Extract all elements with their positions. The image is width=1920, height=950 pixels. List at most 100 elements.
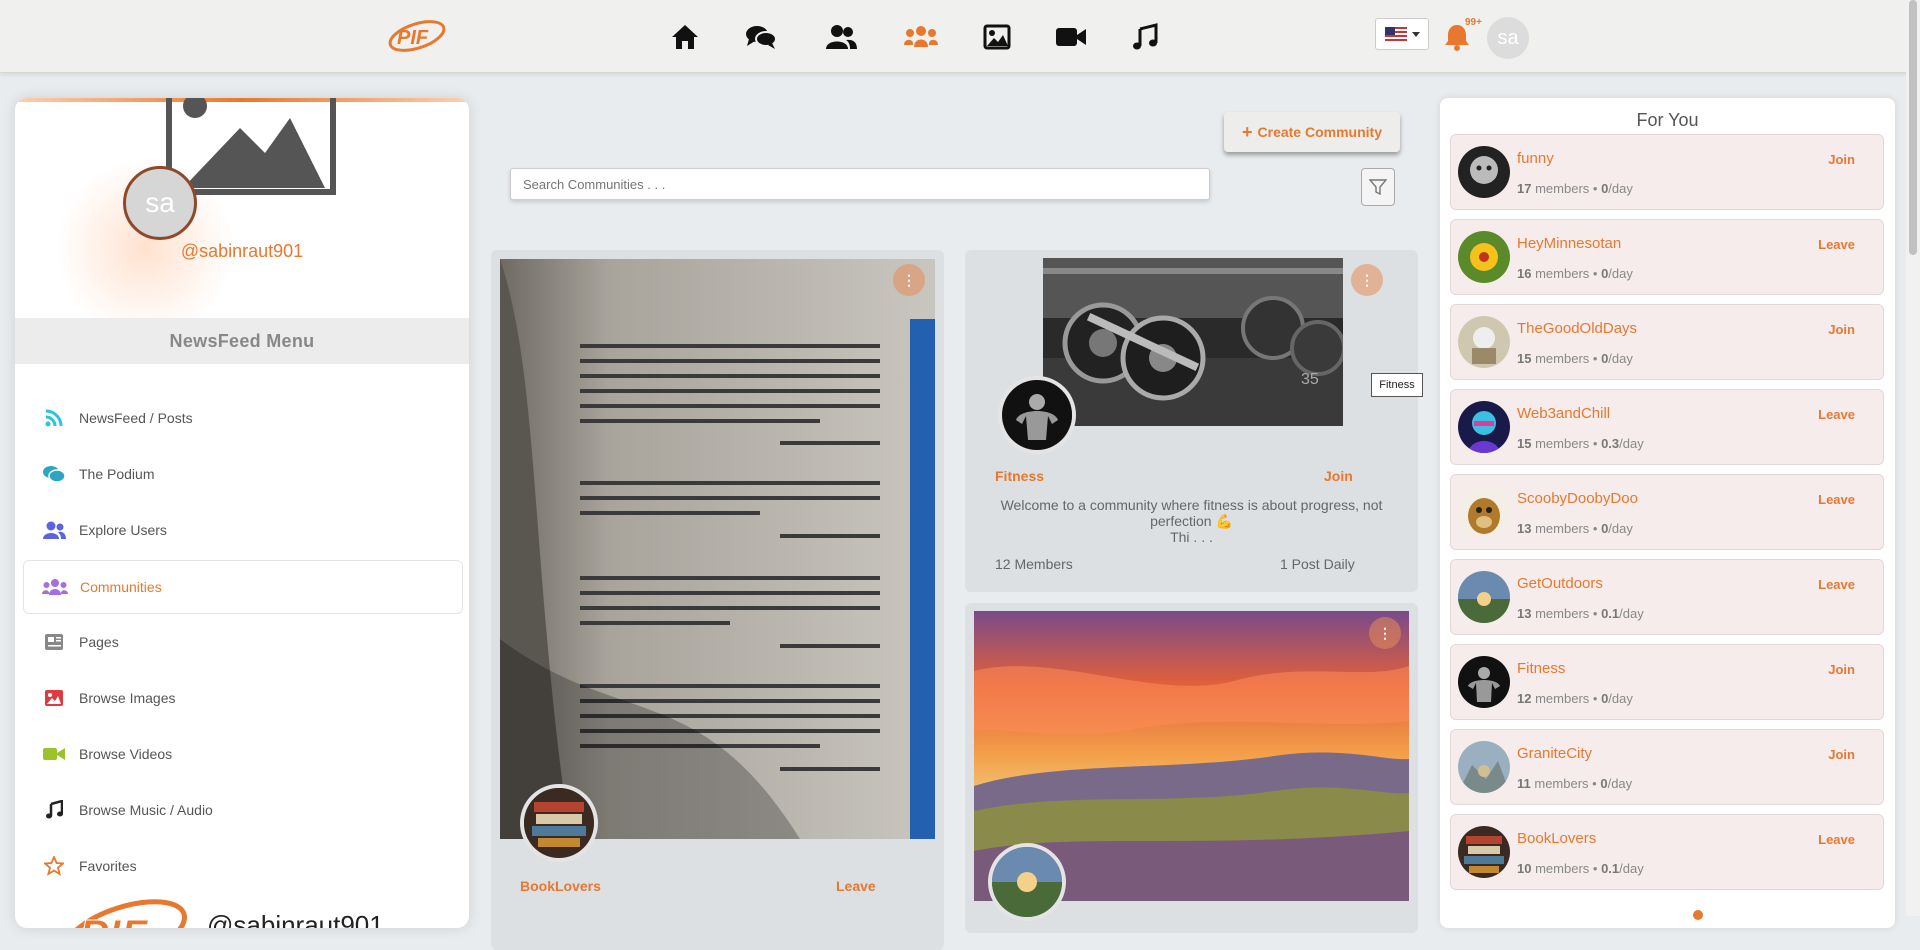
suggested-community[interactable]: ScoobyDoobyDoo 13 members • 0/day Leave (1450, 474, 1884, 550)
community-avatar[interactable] (1458, 571, 1510, 623)
community-card-booklovers[interactable]: ⋮ BookLovers Leave (491, 250, 944, 950)
pif-logo[interactable]: PIF (385, 14, 449, 58)
create-community-label: Create Community (1257, 124, 1382, 140)
rate-label: /day (1608, 181, 1633, 196)
svg-text:PIF: PIF (397, 27, 429, 49)
join-button[interactable]: Join (1828, 152, 1855, 167)
community-name[interactable]: funny (1517, 150, 1554, 167)
community-name[interactable]: ScoobyDoobyDoo (1517, 490, 1638, 507)
pagination-dot[interactable] (1693, 910, 1703, 920)
music-icon[interactable] (1128, 22, 1162, 52)
scrollbar-thumb[interactable] (1909, 0, 1917, 255)
community-card-outdoors[interactable]: ⋮ (965, 603, 1418, 933)
community-avatar[interactable] (1458, 826, 1510, 878)
leave-button[interactable]: Leave (836, 878, 876, 894)
leave-button[interactable]: Leave (1818, 577, 1855, 592)
community-name[interactable]: BookLovers (1517, 830, 1596, 847)
description-line: Welcome to a community where fitness is … (1000, 497, 1383, 513)
users-icon[interactable] (824, 22, 858, 52)
card-cover-image[interactable]: 35 (1043, 258, 1343, 426)
card-cover-image[interactable] (500, 259, 935, 839)
user-avatar[interactable]: sa (1487, 17, 1529, 59)
menu-item-explore-users[interactable]: Explore Users (23, 504, 461, 556)
leave-button[interactable]: Leave (1818, 492, 1855, 507)
member-count: 15 (1517, 351, 1532, 366)
members-label: members • (1535, 436, 1598, 451)
menu-item-label: Explore Users (79, 522, 167, 538)
filter-button[interactable] (1361, 168, 1395, 206)
menu-item-newsfeed[interactable]: NewsFeed / Posts (23, 392, 461, 444)
profile-username[interactable]: @sabinraut901 (15, 241, 469, 262)
rate-value: 0.1 (1601, 606, 1620, 621)
watermark-username: @sabinraut901 (207, 910, 384, 928)
member-count: 12 Members (995, 556, 1073, 572)
language-select[interactable] (1375, 18, 1429, 50)
community-name[interactable]: Fitness (1517, 660, 1565, 677)
suggested-community[interactable]: BookLovers 10 members • 0.1/day Leave (1450, 814, 1884, 890)
suggested-community[interactable]: Web3andChill 15 members • 0.3/day Leave (1450, 389, 1884, 465)
chat-icon[interactable] (744, 22, 778, 52)
suggested-community[interactable]: TheGoodOldDays 15 members • 0/day Join (1450, 304, 1884, 380)
image-icon[interactable] (980, 22, 1014, 52)
menu-item-pages[interactable]: Pages (23, 616, 461, 668)
search-communities-input[interactable] (510, 168, 1210, 200)
join-button[interactable]: Join (1828, 662, 1855, 677)
communities-icon[interactable] (904, 22, 938, 52)
menu-item-browse-music[interactable]: Browse Music / Audio (23, 784, 461, 836)
community-stats: 10 members • 0.1/day (1517, 861, 1644, 876)
menu-item-podium[interactable]: The Podium (23, 448, 461, 500)
suggested-community[interactable]: HeyMinnesotan 16 members • 0/day Leave (1450, 219, 1884, 295)
card-options-button[interactable]: ⋮ (1369, 617, 1401, 649)
menu-item-browse-images[interactable]: Browse Images (23, 672, 461, 724)
community-avatar[interactable] (1458, 401, 1510, 453)
home-icon[interactable] (668, 22, 702, 52)
us-flag-icon (1384, 27, 1407, 41)
leave-button[interactable]: Leave (1818, 832, 1855, 847)
menu-item-communities[interactable]: Communities (23, 560, 463, 614)
community-name[interactable]: Fitness (995, 468, 1044, 484)
member-count: 17 (1517, 181, 1532, 196)
create-community-button[interactable]: + Create Community (1224, 112, 1400, 152)
suggested-community[interactable]: GraniteCity 11 members • 0/day Join (1450, 729, 1884, 805)
community-avatar[interactable] (1458, 656, 1510, 708)
menu-item-browse-videos[interactable]: Browse Videos (23, 728, 461, 780)
members-label: members • (1535, 266, 1598, 281)
community-avatar[interactable] (1458, 486, 1510, 538)
join-button[interactable]: Join (1828, 747, 1855, 762)
menu-item-label: Communities (80, 579, 162, 595)
community-name[interactable]: GraniteCity (1517, 745, 1592, 762)
join-button[interactable]: Join (1324, 468, 1353, 484)
community-card-fitness[interactable]: 35 ⋮ Fitness Join Welcome to a community… (965, 250, 1418, 592)
card-options-button[interactable]: ⋮ (893, 264, 925, 296)
community-name[interactable]: GetOutdoors (1517, 575, 1603, 592)
community-avatar[interactable] (520, 784, 598, 862)
community-name[interactable]: Web3andChill (1517, 405, 1610, 422)
suggested-community[interactable]: funny 17 members • 0/day Join (1450, 134, 1884, 210)
svg-text:35: 35 (1301, 371, 1319, 388)
community-avatar[interactable] (1458, 146, 1510, 198)
member-count: 13 (1517, 606, 1532, 621)
video-icon[interactable] (1054, 22, 1088, 52)
community-avatar[interactable] (988, 843, 1066, 921)
notifications-button[interactable]: 99+ (1443, 17, 1482, 52)
members-label: members • (1535, 521, 1598, 536)
menu-item-favorites[interactable]: Favorites (23, 840, 461, 892)
card-options-button[interactable]: ⋮ (1351, 264, 1383, 296)
community-name[interactable]: TheGoodOldDays (1517, 320, 1637, 337)
community-avatar[interactable] (998, 376, 1076, 454)
community-avatar[interactable] (1458, 231, 1510, 283)
suggested-community[interactable]: GetOutdoors 13 members • 0.1/day Leave (1450, 559, 1884, 635)
page-scrollbar[interactable] (1906, 0, 1920, 916)
svg-text:PIF: PIF (79, 911, 149, 928)
suggested-community[interactable]: Fitness 12 members • 0/day Join (1450, 644, 1884, 720)
community-avatar[interactable] (1458, 741, 1510, 793)
leave-button[interactable]: Leave (1818, 407, 1855, 422)
profile-avatar[interactable]: sa (123, 166, 197, 240)
community-description: Welcome to a community where fitness is … (985, 497, 1398, 545)
community-name[interactable]: BookLovers (520, 878, 601, 894)
leave-button[interactable]: Leave (1818, 237, 1855, 252)
community-name[interactable]: HeyMinnesotan (1517, 235, 1621, 252)
join-button[interactable]: Join (1828, 322, 1855, 337)
community-avatar[interactable] (1458, 316, 1510, 368)
image-icon (41, 685, 67, 711)
